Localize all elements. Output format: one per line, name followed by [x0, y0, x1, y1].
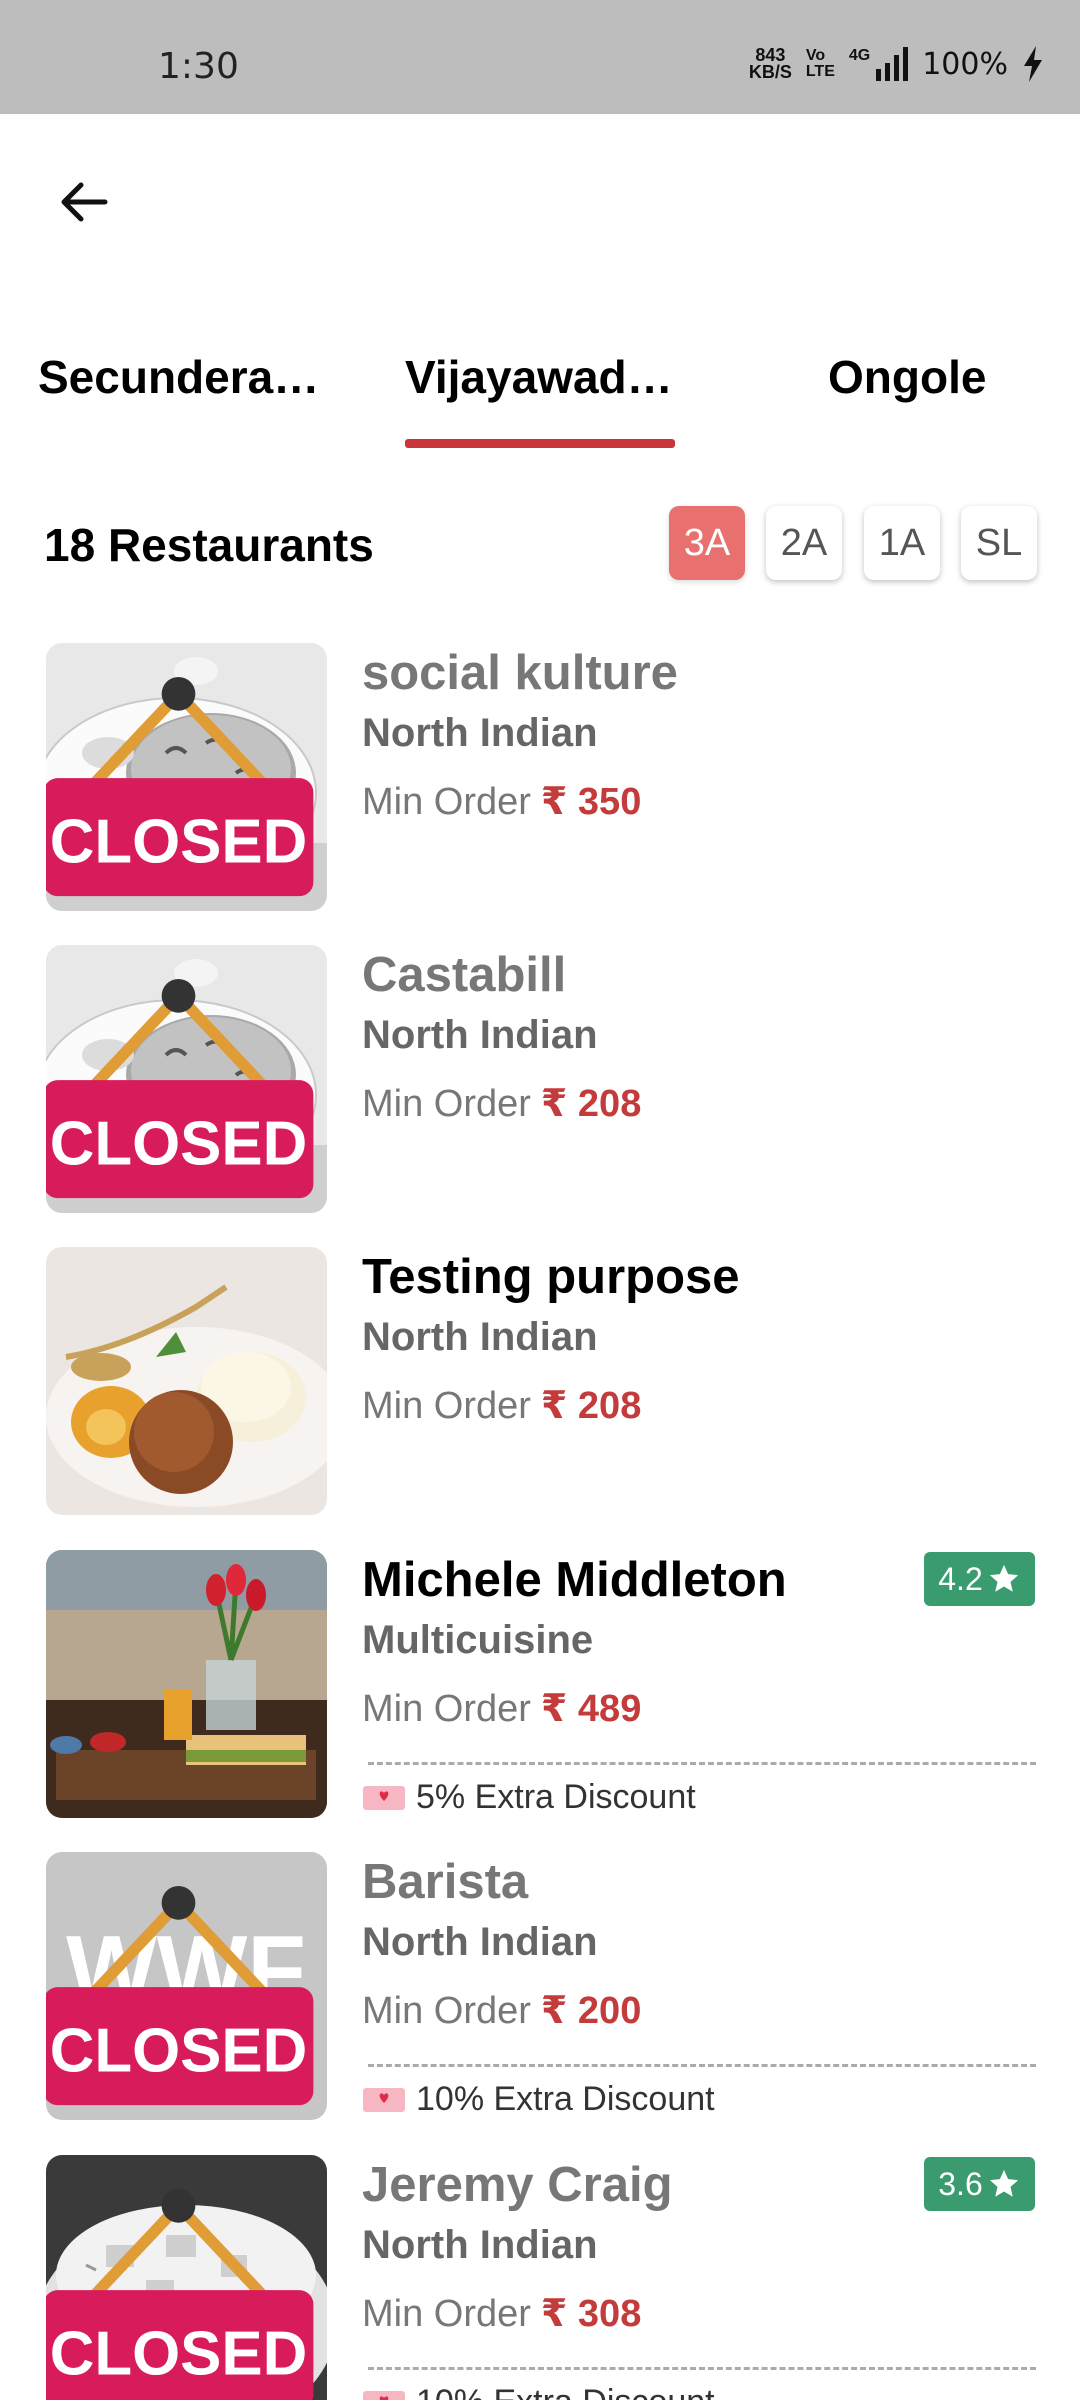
class-filter-3a[interactable]: 3A: [669, 506, 745, 580]
discount-offer: 10% Extra Discount: [362, 2080, 715, 2119]
star-icon: [989, 1564, 1018, 1592]
restaurant-image: [46, 1550, 327, 1818]
volte-bottom: LTE: [805, 63, 835, 80]
restaurant-card[interactable]: CLOSED social kulture North Indian Min O…: [0, 643, 1080, 933]
network-speed-unit: KB/S: [748, 62, 792, 82]
restaurant-cuisine: North Indian: [362, 711, 598, 755]
restaurant-image: CLOSED: [46, 945, 327, 1213]
star-icon: [989, 2169, 1018, 2197]
status-bar: 1:30 843 KB/S Vo LTE 4G 100%: [0, 0, 1080, 114]
restaurant-card[interactable]: Testing purpose North Indian Min Order ₹ …: [0, 1247, 1080, 1537]
min-order-label: Min Order: [362, 1385, 531, 1427]
divider: [368, 2064, 1036, 2067]
network-speed: 843 KB/S: [748, 46, 792, 82]
rating-value: 4.2: [938, 1560, 983, 1597]
restaurant-cuisine: Multicuisine: [362, 1618, 594, 1662]
svg-text:CLOSED: CLOSED: [50, 1109, 308, 1178]
class-filter-1a[interactable]: 1A: [864, 506, 940, 580]
status-time: 1:30: [158, 46, 239, 87]
min-order-price: ₹ 208: [540, 1385, 642, 1427]
closed-sign-icon: CLOSED: [46, 676, 314, 897]
restaurant-card[interactable]: CLOSED Jeremy Craig 3.6 North Indian Min…: [0, 2155, 1080, 2400]
svg-text:CLOSED: CLOSED: [50, 2319, 308, 2388]
min-order: Min Order ₹ 350: [362, 779, 641, 824]
restaurant-name: Jeremy Craig: [362, 2158, 673, 2212]
status-indicators: 843 KB/S Vo LTE 4G 100%: [749, 44, 1044, 84]
class-filter-2a[interactable]: 2A: [766, 506, 842, 580]
tab-label: Secundera…: [38, 351, 320, 403]
min-order-price: ₹ 208: [540, 1083, 642, 1125]
min-order-label: Min Order: [362, 1083, 531, 1125]
restaurant-cuisine: North Indian: [362, 2223, 598, 2267]
min-order-label: Min Order: [362, 1990, 531, 2032]
battery-percent: 100%: [922, 46, 1008, 82]
min-order-price: ₹ 308: [540, 2293, 642, 2335]
divider: [368, 2367, 1036, 2370]
discount-offer: 10% Extra Discount: [362, 2383, 715, 2400]
discount-text: 5% Extra Discount: [416, 1778, 696, 1816]
svg-text:CLOSED: CLOSED: [50, 2016, 308, 2085]
restaurant-image: [46, 1247, 327, 1515]
active-tab-indicator: [405, 439, 675, 448]
restaurant-name: Castabill: [362, 948, 567, 1002]
charging-icon: [1024, 46, 1042, 82]
restaurant-name: Barista: [362, 1855, 529, 1909]
coupon-icon: [363, 2390, 405, 2400]
restaurant-card[interactable]: WWF CLOSED Barista North Indian Min Orde…: [0, 1852, 1080, 2142]
min-order-label: Min Order: [362, 781, 531, 823]
rating-badge: 3.6: [924, 2157, 1035, 2211]
closed-sign-icon: CLOSED: [46, 1885, 314, 2106]
restaurant-cuisine: North Indian: [362, 1920, 598, 1964]
restaurant-count: 18 Restaurants: [44, 519, 374, 571]
rating-value: 3.6: [938, 2165, 983, 2202]
coupon-icon: [363, 2087, 405, 2112]
restaurant-image: CLOSED: [46, 2155, 327, 2400]
tab-label: Vijayawad…: [405, 351, 673, 403]
arrow-left-icon: [61, 182, 108, 222]
min-order-price: ₹ 200: [540, 1990, 642, 2032]
restaurant-image: CLOSED: [46, 643, 327, 911]
network-type: 4G: [848, 47, 871, 64]
min-order: Min Order ₹ 200: [362, 1988, 641, 2033]
restaurant-name: Michele Middleton: [362, 1553, 787, 1607]
rating-badge: 4.2: [924, 1552, 1035, 1606]
discount-offer: 5% Extra Discount: [362, 1778, 696, 1817]
restaurant-cuisine: North Indian: [362, 1315, 598, 1359]
min-order: Min Order ₹ 208: [362, 1383, 641, 1428]
min-order-label: Min Order: [362, 1688, 531, 1730]
restaurant-card[interactable]: CLOSED Castabill North Indian Min Order ₹…: [0, 945, 1080, 1235]
tab-label: Ongole: [828, 351, 987, 403]
min-order-price: ₹ 489: [540, 1688, 642, 1730]
divider: [368, 1762, 1036, 1765]
min-order: Min Order ₹ 308: [362, 2291, 641, 2336]
closed-sign-icon: CLOSED: [46, 978, 314, 1199]
restaurant-card[interactable]: Michele Middleton 4.2 Multicuisine Min O…: [0, 1550, 1080, 1840]
discount-text: 10% Extra Discount: [416, 2383, 715, 2400]
restaurant-name: social kulture: [362, 646, 678, 700]
min-order: Min Order ₹ 489: [362, 1686, 641, 1731]
svg-text:CLOSED: CLOSED: [50, 807, 308, 876]
signal-icon: 4G: [848, 47, 909, 81]
back-button[interactable]: [52, 170, 116, 234]
class-filter-sl[interactable]: SL: [961, 506, 1037, 580]
min-order: Min Order ₹ 208: [362, 1081, 641, 1126]
restaurant-image: WWF CLOSED: [46, 1852, 327, 2120]
closed-sign-icon: CLOSED: [46, 2188, 314, 2400]
coupon-icon: [363, 1785, 405, 1810]
volte-icon: Vo LTE: [806, 48, 835, 80]
discount-text: 10% Extra Discount: [416, 2080, 715, 2118]
filter-row: 18 Restaurants 3A 2A 1A SL: [0, 500, 1080, 590]
restaurant-cuisine: North Indian: [362, 1013, 598, 1057]
min-order-label: Min Order: [362, 2293, 531, 2335]
min-order-price: ₹ 350: [540, 781, 642, 823]
volte-top: Vo: [805, 47, 826, 64]
city-tabs: Secundera… Vijayawad… Ongole: [0, 330, 1080, 450]
restaurant-name: Testing purpose: [362, 1250, 740, 1304]
